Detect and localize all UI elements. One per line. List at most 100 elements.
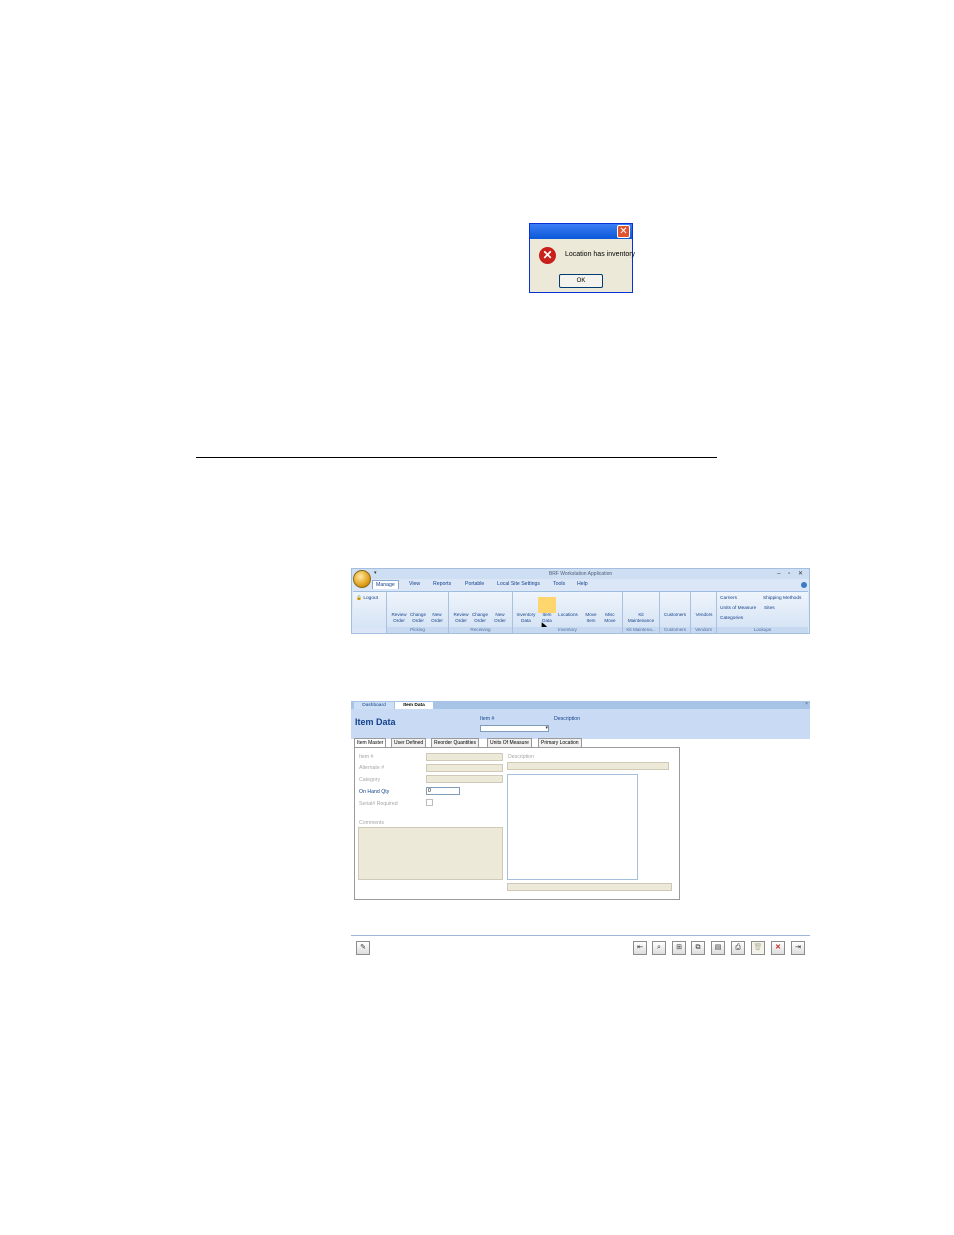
button-label: Order bbox=[431, 618, 443, 623]
new-order-picking-button[interactable]: New Order bbox=[426, 612, 448, 624]
group-label-inventory: Inventory bbox=[513, 627, 622, 633]
close-icon[interactable]: × bbox=[805, 701, 808, 707]
category-select[interactable] bbox=[426, 775, 503, 783]
description-field[interactable] bbox=[507, 762, 669, 770]
button-label: Order bbox=[474, 618, 486, 623]
button-label: New bbox=[432, 612, 442, 617]
button-label: Misc bbox=[605, 612, 615, 617]
category-label: Category bbox=[359, 777, 381, 783]
button-label: Order bbox=[393, 618, 405, 623]
print-icon[interactable]: ⎙ bbox=[731, 941, 745, 955]
first-record-icon[interactable]: ⇤ bbox=[633, 941, 647, 955]
button-label: Order bbox=[455, 618, 467, 623]
group-label-picking: Picking bbox=[387, 627, 448, 633]
item-number-label: Item # bbox=[359, 754, 374, 760]
description-header-label: Description bbox=[554, 716, 580, 722]
change-order-receiving-button[interactable]: Change Order bbox=[469, 612, 491, 624]
cancel-icon[interactable]: ✕ bbox=[771, 941, 785, 955]
item-number-field[interactable] bbox=[426, 753, 503, 761]
ribbon-body: 🔒 Logout Review Order Change Order New Orde… bbox=[353, 591, 808, 628]
comments-label: Comments bbox=[359, 820, 385, 826]
form-header: Item Data Item # Description ▾ bbox=[351, 709, 810, 739]
button-label: Review bbox=[453, 612, 469, 617]
on-hand-qty-label: On Hand Qty bbox=[359, 789, 390, 795]
office-button-icon[interactable] bbox=[353, 570, 371, 588]
exit-icon[interactable]: ⇥ bbox=[791, 941, 805, 955]
tab-portable[interactable]: Portable bbox=[465, 581, 484, 587]
tab-view[interactable]: View bbox=[409, 581, 420, 587]
button-label: Vendors bbox=[695, 612, 713, 617]
group-label-customers: Customers bbox=[660, 627, 690, 633]
tab-reorder-quantities[interactable]: Reorder Quantities bbox=[431, 738, 479, 747]
preview-icon[interactable]: ▤ bbox=[711, 941, 725, 955]
group-label-lookups: Lookups bbox=[717, 627, 808, 633]
tab-item-data[interactable]: Item Data bbox=[395, 702, 433, 709]
button-label: Review bbox=[391, 612, 407, 617]
tab-units-of-measure[interactable]: Units Of Measure bbox=[487, 738, 532, 747]
group-label-receiving: Receiving bbox=[449, 627, 512, 633]
misc-move-button[interactable]: Misc Move bbox=[599, 612, 621, 624]
button-label: Maintenance bbox=[627, 618, 655, 623]
button-label: Change bbox=[471, 612, 489, 617]
customers-button[interactable]: Customers bbox=[661, 612, 689, 618]
app-title: BRF Workstation Application bbox=[548, 571, 613, 577]
button-label: Inventory bbox=[516, 612, 536, 617]
sites-button[interactable]: Sites bbox=[764, 606, 775, 611]
ok-button[interactable]: OK bbox=[559, 274, 603, 288]
copy-icon[interactable]: ⧉ bbox=[691, 941, 705, 955]
item-data-button[interactable]: Item Data bbox=[538, 597, 556, 623]
logout-button[interactable]: 🔒 Logout bbox=[356, 596, 378, 601]
button-label: New bbox=[495, 612, 505, 617]
alternate-number-field[interactable] bbox=[426, 764, 503, 772]
carriers-button[interactable]: Carriers bbox=[720, 596, 737, 601]
edit-icon[interactable]: ✎ bbox=[356, 941, 370, 955]
categories-button[interactable]: Categories bbox=[720, 616, 743, 621]
inventory-data-button[interactable]: Inventory Data bbox=[515, 612, 537, 624]
vendors-button[interactable]: Vendors bbox=[693, 612, 715, 618]
serial-required-checkbox[interactable] bbox=[426, 799, 433, 806]
help-icon[interactable] bbox=[801, 582, 807, 588]
item-number-combo[interactable]: ▾ bbox=[480, 725, 549, 732]
alternate-number-label: Alternate # bbox=[359, 765, 385, 771]
button-label: Item bbox=[586, 618, 596, 623]
button-label: Move bbox=[585, 612, 597, 617]
button-label: Change bbox=[409, 612, 427, 617]
button-label: Customers bbox=[663, 612, 687, 617]
units-of-measure-button[interactable]: Units of Measure bbox=[720, 606, 756, 611]
tab-help[interactable]: Help bbox=[577, 581, 588, 587]
image-path-field[interactable] bbox=[507, 883, 672, 891]
comments-field[interactable] bbox=[358, 827, 503, 880]
chevron-down-icon[interactable]: ▾ bbox=[545, 725, 548, 731]
tab-dashboard[interactable]: Dashboard bbox=[354, 702, 394, 709]
window-controls[interactable]: – ▫ ✕ bbox=[777, 570, 806, 577]
on-hand-qty-field[interactable]: 0 bbox=[426, 787, 460, 795]
group-label-vendors: Vendors bbox=[691, 627, 716, 633]
serial-required-label: Serial# Required bbox=[359, 801, 398, 807]
tab-manage[interactable]: Manage bbox=[372, 580, 399, 589]
shipping-methods-button[interactable]: Shipping Methods bbox=[763, 596, 801, 601]
find-icon[interactable]: ⌕ bbox=[652, 941, 666, 955]
locations-button[interactable]: Locations bbox=[557, 612, 579, 618]
item-image-box[interactable] bbox=[507, 774, 638, 880]
error-icon: ✕ bbox=[539, 247, 556, 264]
item-data-form-screenshot: Dashboard Item Data × Item Data Item # D… bbox=[351, 701, 810, 961]
error-dialog: ✕ ✕ Location has inventory OK bbox=[529, 223, 635, 293]
new-record-icon[interactable]: ⊞ bbox=[672, 941, 686, 955]
quick-access-dropdown[interactable]: ▾ bbox=[374, 570, 377, 576]
button-label: Order bbox=[494, 618, 506, 623]
button-label: Data bbox=[521, 618, 531, 623]
tab-tools[interactable]: Tools bbox=[553, 581, 565, 587]
button-label: Move bbox=[604, 618, 616, 623]
button-label: Kit bbox=[638, 612, 644, 617]
close-icon[interactable]: ✕ bbox=[617, 225, 630, 238]
title-bar: BRF Workstation Application – ▫ ✕ bbox=[352, 569, 809, 579]
tab-reports[interactable]: Reports bbox=[433, 581, 451, 587]
kit-maintenance-button[interactable]: Kit Maintenance bbox=[625, 612, 657, 624]
tab-local-site-settings[interactable]: Local Site Settings bbox=[497, 581, 540, 587]
tab-primary-location[interactable]: Primary Location bbox=[538, 738, 582, 747]
new-order-receiving-button[interactable]: New Order bbox=[489, 612, 511, 624]
item-number-header-label: Item # bbox=[480, 716, 495, 722]
tab-user-defined[interactable]: User Defined bbox=[391, 738, 427, 747]
delete-icon[interactable]: 🗑 bbox=[751, 941, 765, 955]
button-label: Locations bbox=[558, 612, 578, 617]
